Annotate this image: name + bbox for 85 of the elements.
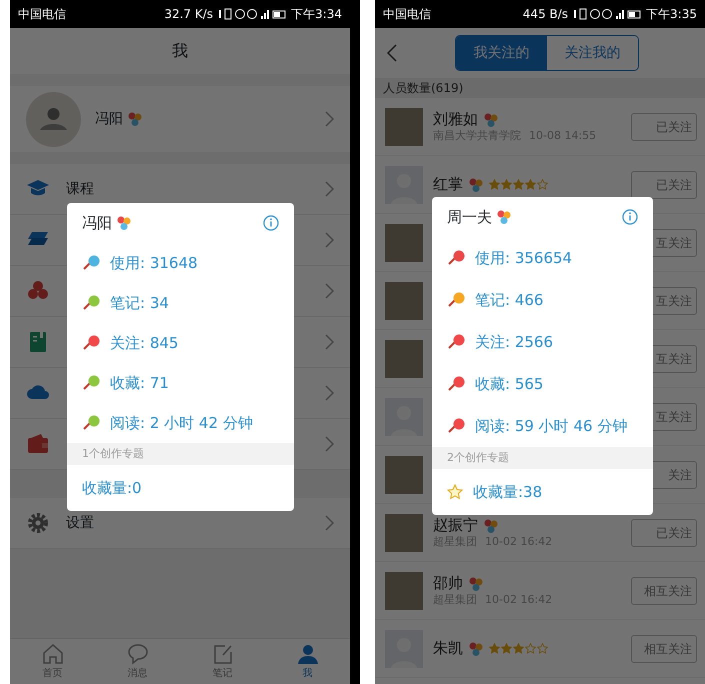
settings-icon	[26, 511, 50, 535]
tab-item[interactable]: 首页	[10, 639, 95, 684]
wallet-icon	[26, 432, 50, 456]
stat-label: 笔记: 34	[110, 292, 169, 314]
photo-placeholder	[385, 282, 423, 320]
medal-icon	[116, 215, 132, 231]
info-icon[interactable]	[263, 215, 279, 231]
back-icon[interactable]	[387, 44, 397, 62]
star-icon	[513, 179, 524, 190]
status-icons-drawing	[572, 8, 642, 20]
person-name: 邵帅	[433, 574, 463, 593]
star-icon	[501, 643, 512, 654]
network-speed: 32.7 K/s	[164, 6, 214, 23]
chevron-icon	[325, 515, 334, 531]
section-label: 1个创作专题	[67, 443, 294, 465]
photo-placeholder	[385, 108, 423, 146]
person-name: 朱凯	[433, 639, 463, 658]
network-speed: 445 B/s	[522, 6, 568, 23]
avatar-icon	[26, 92, 81, 146]
home-icon	[40, 642, 64, 666]
user-name: 冯阳	[95, 110, 123, 128]
stat-label: 阅读: 59 小时 46 分钟	[475, 416, 628, 437]
medal-icon	[468, 640, 484, 656]
popup-user-name: 周一夫	[447, 206, 492, 228]
follow-button[interactable]: 已关注	[631, 112, 697, 140]
photo-placeholder	[385, 340, 423, 378]
tab-item[interactable]: 我	[265, 639, 350, 684]
chevron-icon	[325, 334, 334, 350]
carrier-name: 中国电信	[18, 6, 66, 23]
chat-icon	[126, 642, 150, 666]
photo-placeholder	[385, 572, 423, 610]
profile-row[interactable]: 冯阳	[10, 86, 350, 152]
medal-icon	[468, 176, 484, 192]
favorites-count: 收藏量:38	[473, 482, 542, 503]
person-name: 赵振宁	[433, 516, 478, 535]
status-icons-drawing	[217, 8, 288, 20]
photo-placeholder	[385, 456, 423, 494]
person-icon	[296, 642, 320, 666]
stat-label: 收藏: 71	[110, 372, 169, 394]
person-name: 红掌	[433, 175, 463, 194]
info-icon[interactable]	[622, 209, 638, 225]
chevron-icon	[325, 111, 334, 127]
menu-label: 课程	[66, 180, 94, 198]
medal-icon	[483, 518, 499, 534]
follow-button[interactable]: 相互关注	[631, 576, 697, 604]
stat-label: 阅读: 2 小时 42 分钟	[110, 412, 253, 434]
follow-button[interactable]: 相互关注	[631, 634, 697, 662]
star-icon	[489, 179, 500, 190]
star-icon	[513, 643, 524, 654]
segment-tab[interactable]: 我关注的	[456, 36, 547, 70]
tab-item[interactable]: 笔记	[180, 639, 265, 684]
person-name: 刘雅如	[433, 110, 478, 129]
medal-icon	[496, 209, 512, 225]
member-count: 人员数量(619)	[375, 78, 705, 98]
stat-label: 收藏: 565	[475, 374, 544, 395]
chevron-icon	[325, 385, 334, 401]
stat-label: 笔记: 466	[475, 290, 544, 311]
chevron-icon	[325, 283, 334, 299]
chevron-icon	[325, 436, 334, 452]
stat-label: 使用: 356654	[475, 248, 572, 269]
medal-icon	[127, 111, 143, 127]
stat-label: 使用: 31648	[110, 252, 198, 274]
section-label: 2个创作专题	[432, 447, 653, 469]
clock-time: 下午3:35	[646, 6, 697, 23]
medal-icon	[468, 576, 484, 592]
stat-label: 关注: 845	[110, 332, 178, 354]
star-icon	[525, 179, 536, 190]
favorites-count: 收藏量:0	[82, 478, 142, 499]
photo-placeholder	[385, 224, 423, 262]
empty-star-icon	[537, 643, 548, 654]
carrier-name: 中国电信	[383, 6, 431, 23]
page-title: 我	[10, 28, 350, 74]
clock-time: 下午3:34	[291, 6, 342, 23]
tab-item[interactable]: 消息	[95, 639, 180, 684]
star-icon	[489, 643, 500, 654]
follow-button[interactable]: 已关注	[631, 170, 697, 198]
popup-user-name: 冯阳	[82, 212, 112, 234]
chevron-icon	[325, 232, 334, 248]
medal-icon	[483, 112, 499, 128]
menu-label: 设置	[66, 514, 94, 532]
star-icon	[501, 179, 512, 190]
stat-label: 关注: 2566	[475, 332, 553, 353]
chevron-icon	[325, 181, 334, 197]
photo-placeholder	[385, 514, 423, 552]
follow-button[interactable]: 已关注	[631, 518, 697, 546]
